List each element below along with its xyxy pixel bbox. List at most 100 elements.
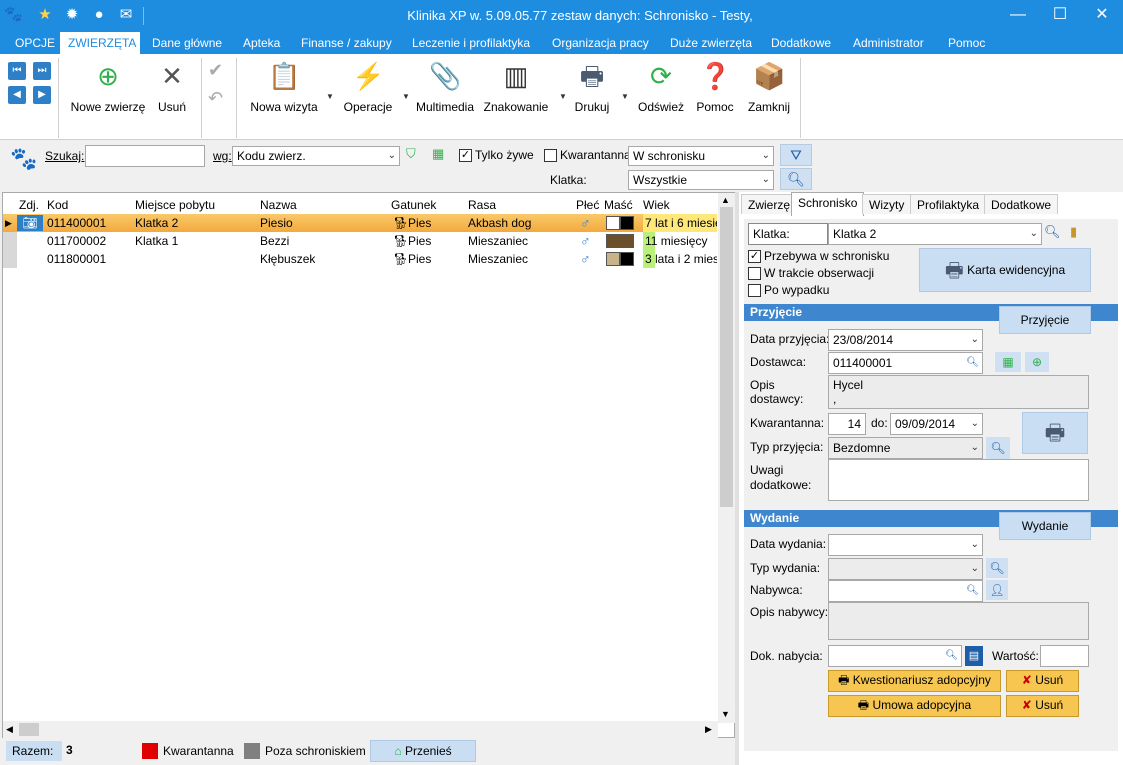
close-module-button[interactable]: 📦 Zamknij [744,54,794,140]
contract-button[interactable]: 🖶 Umowa adopcyjna [828,695,1001,717]
new-visit-button[interactable]: 📋 Nowa wizyta [246,54,322,140]
only-alive-checkbox[interactable]: ✓ [459,149,472,162]
table-row[interactable]: 011700002 Klatka 1 Bezzi 🐕︎ Pies Mieszan… [3,232,717,250]
in-shelter-checkbox[interactable]: ✓ [748,250,761,263]
menu-dodatkowe[interactable]: Dodatkowe [763,32,839,54]
buyer-field[interactable]: 🔍︎ [828,580,983,602]
multimedia-button[interactable]: 📎 Multimedia [412,54,478,140]
camera-icon[interactable]: 📷︎ [17,215,43,231]
search-input[interactable] [85,145,205,167]
table-row[interactable]: 011800001 Kłębuszek 🐕︎ Pies Mieszaniec ♂… [3,250,717,268]
search-icon[interactable]: 🔍︎ [966,581,979,601]
mail-icon[interactable]: ✉ [117,6,135,24]
print-admission-button[interactable]: 🖶 [1022,412,1088,454]
dropdown-arrow-icon[interactable]: ▼ [326,92,334,101]
person-icon[interactable]: 👤︎ [986,580,1008,600]
print-button[interactable]: 🖶 Drukuj [568,54,616,140]
admission-type-select[interactable]: Bezdomne ⌄ [828,437,983,459]
col-code[interactable]: Kod [47,196,68,214]
menu-leczenie[interactable]: Leczenie i profilaktyka [404,32,538,54]
scroll-right-icon[interactable]: ▶ [705,724,712,735]
scroll-left-icon[interactable]: ◀ [6,724,13,735]
star-icon[interactable]: ★ [36,6,54,24]
search-icon[interactable]: 🔍︎ [1044,224,1061,240]
filter-shield-icon[interactable]: ⛉ [406,146,416,162]
new-animal-button[interactable]: ⊕ Nowe zwierzę [66,54,150,140]
circle-icon[interactable]: ● [90,6,108,24]
release-button[interactable]: Wydanie [999,512,1091,540]
notes-field[interactable] [828,459,1089,501]
search-icon[interactable]: 🔍︎ [945,646,958,666]
tab-dodatkowe[interactable]: Dodatkowe [984,194,1059,214]
quarantine-days-input[interactable]: 14 [828,413,866,435]
scroll-up-icon[interactable]: ▲ [721,195,730,205]
scroll-down-icon[interactable]: ▼ [721,709,730,719]
col-age[interactable]: Wiek [643,196,670,214]
quarantine-to-picker[interactable]: 09/09/2014 ⌄ [890,413,983,435]
search-icon[interactable]: 🔍︎ [986,437,1010,459]
move-button[interactable]: ⌂ Przenieś [370,740,476,762]
gear-icon[interactable]: ✹ [63,6,81,24]
col-breed[interactable]: Rasa [468,196,496,214]
menu-dane-glowne[interactable]: Dane główne [144,32,230,54]
col-sex[interactable]: Płeć [576,196,599,214]
search-by-select[interactable]: Kodu zwierz. ⌄ [232,146,400,166]
cage-select[interactable]: Klatka 2 ⌄ [828,223,1042,245]
table-row[interactable]: ▶ 📷︎ 011400001 Klatka 2 Piesio 🐕︎ Pies A… [3,214,717,232]
admission-date-picker[interactable]: 23/08/2014 ⌄ [828,329,983,351]
undo-icon[interactable]: ↶ [208,88,223,109]
document-icon[interactable]: ▤ [965,646,983,666]
check-icon[interactable]: ✔ [208,60,223,81]
quarantine-checkbox[interactable] [544,149,557,162]
delete-animal-button[interactable]: ✕ Usuń [152,54,192,140]
horizontal-scrollbar[interactable]: ◀ ▶ [3,721,718,738]
next-record-icon[interactable]: ▶ [33,86,51,104]
refresh-button[interactable]: ⟳ Odśwież [636,54,686,140]
app-icon[interactable]: 🐾 [4,6,23,24]
first-record-icon[interactable]: ⏮ [8,62,26,80]
menu-opcje[interactable]: OPCJE [7,32,63,54]
col-species[interactable]: Gatunek [391,196,436,214]
delete-contract-button[interactable]: ✘ Usuń [1006,695,1079,717]
tab-schronisko[interactable]: Schronisko [791,192,865,216]
search-button[interactable]: 🔍︎ [780,168,812,190]
menu-organizacja[interactable]: Organizacja pracy [544,32,657,54]
menu-duze-zwierzeta[interactable]: Duże zwierzęta [662,32,760,54]
cage-filter-select[interactable]: Wszystkie ⌄ [628,170,774,190]
accident-checkbox[interactable] [748,284,761,297]
admission-button[interactable]: Przyjęcie [999,306,1091,334]
maximize-button[interactable]: ☐ [1039,0,1081,32]
col-name[interactable]: Nazwa [260,196,297,214]
col-place[interactable]: Miejsce pobytu [135,196,215,214]
clear-icon[interactable]: ▮ [1070,224,1077,240]
menu-finanse[interactable]: Finanse / zakupy [293,32,400,54]
questionnaire-button[interactable]: 🖶 Kwestionariusz adopcyjny [828,670,1001,692]
filter-table-icon[interactable]: ▦ [432,146,444,162]
help-button[interactable]: ❓ Pomoc [692,54,738,140]
marking-button[interactable]: ▥ Znakowanie [482,54,550,140]
menu-zwierzeta[interactable]: ZWIERZĘTA [60,32,140,54]
doc-field[interactable]: 🔍︎ [828,645,962,667]
tab-zwierze[interactable]: Zwierzę [741,194,798,214]
prev-record-icon[interactable]: ◀ [8,86,26,104]
delete-questionnaire-button[interactable]: ✘ Usuń [1006,670,1079,692]
tab-wizyty[interactable]: Wizyty [862,194,912,214]
filter-button[interactable]: ⛛ [780,144,812,166]
close-window-button[interactable]: ✕ [1081,0,1123,32]
search-icon[interactable]: 🔍︎ [966,353,979,373]
release-date-picker[interactable]: ⌄ [828,534,983,556]
menu-apteka[interactable]: Apteka [235,32,288,54]
supplier-field[interactable]: 011400001 🔍︎ [828,352,983,374]
vertical-scrollbar[interactable]: ▲ ▼ [718,193,735,723]
observation-checkbox[interactable] [748,267,761,280]
last-record-icon[interactable]: ⏭ [33,62,51,80]
buyer-desc-field[interactable] [828,602,1089,640]
tab-profilaktyka[interactable]: Profilaktyka [910,194,987,214]
col-color[interactable]: Maść [604,196,633,214]
col-photo[interactable]: Zdj. [19,196,39,214]
menu-administrator[interactable]: Administrator [845,32,932,54]
dropdown-arrow-icon[interactable]: ▼ [402,92,410,101]
minimize-button[interactable]: — [997,0,1039,32]
dropdown-arrow-icon[interactable]: ▼ [621,92,629,101]
menu-pomoc[interactable]: Pomoc [940,32,993,54]
